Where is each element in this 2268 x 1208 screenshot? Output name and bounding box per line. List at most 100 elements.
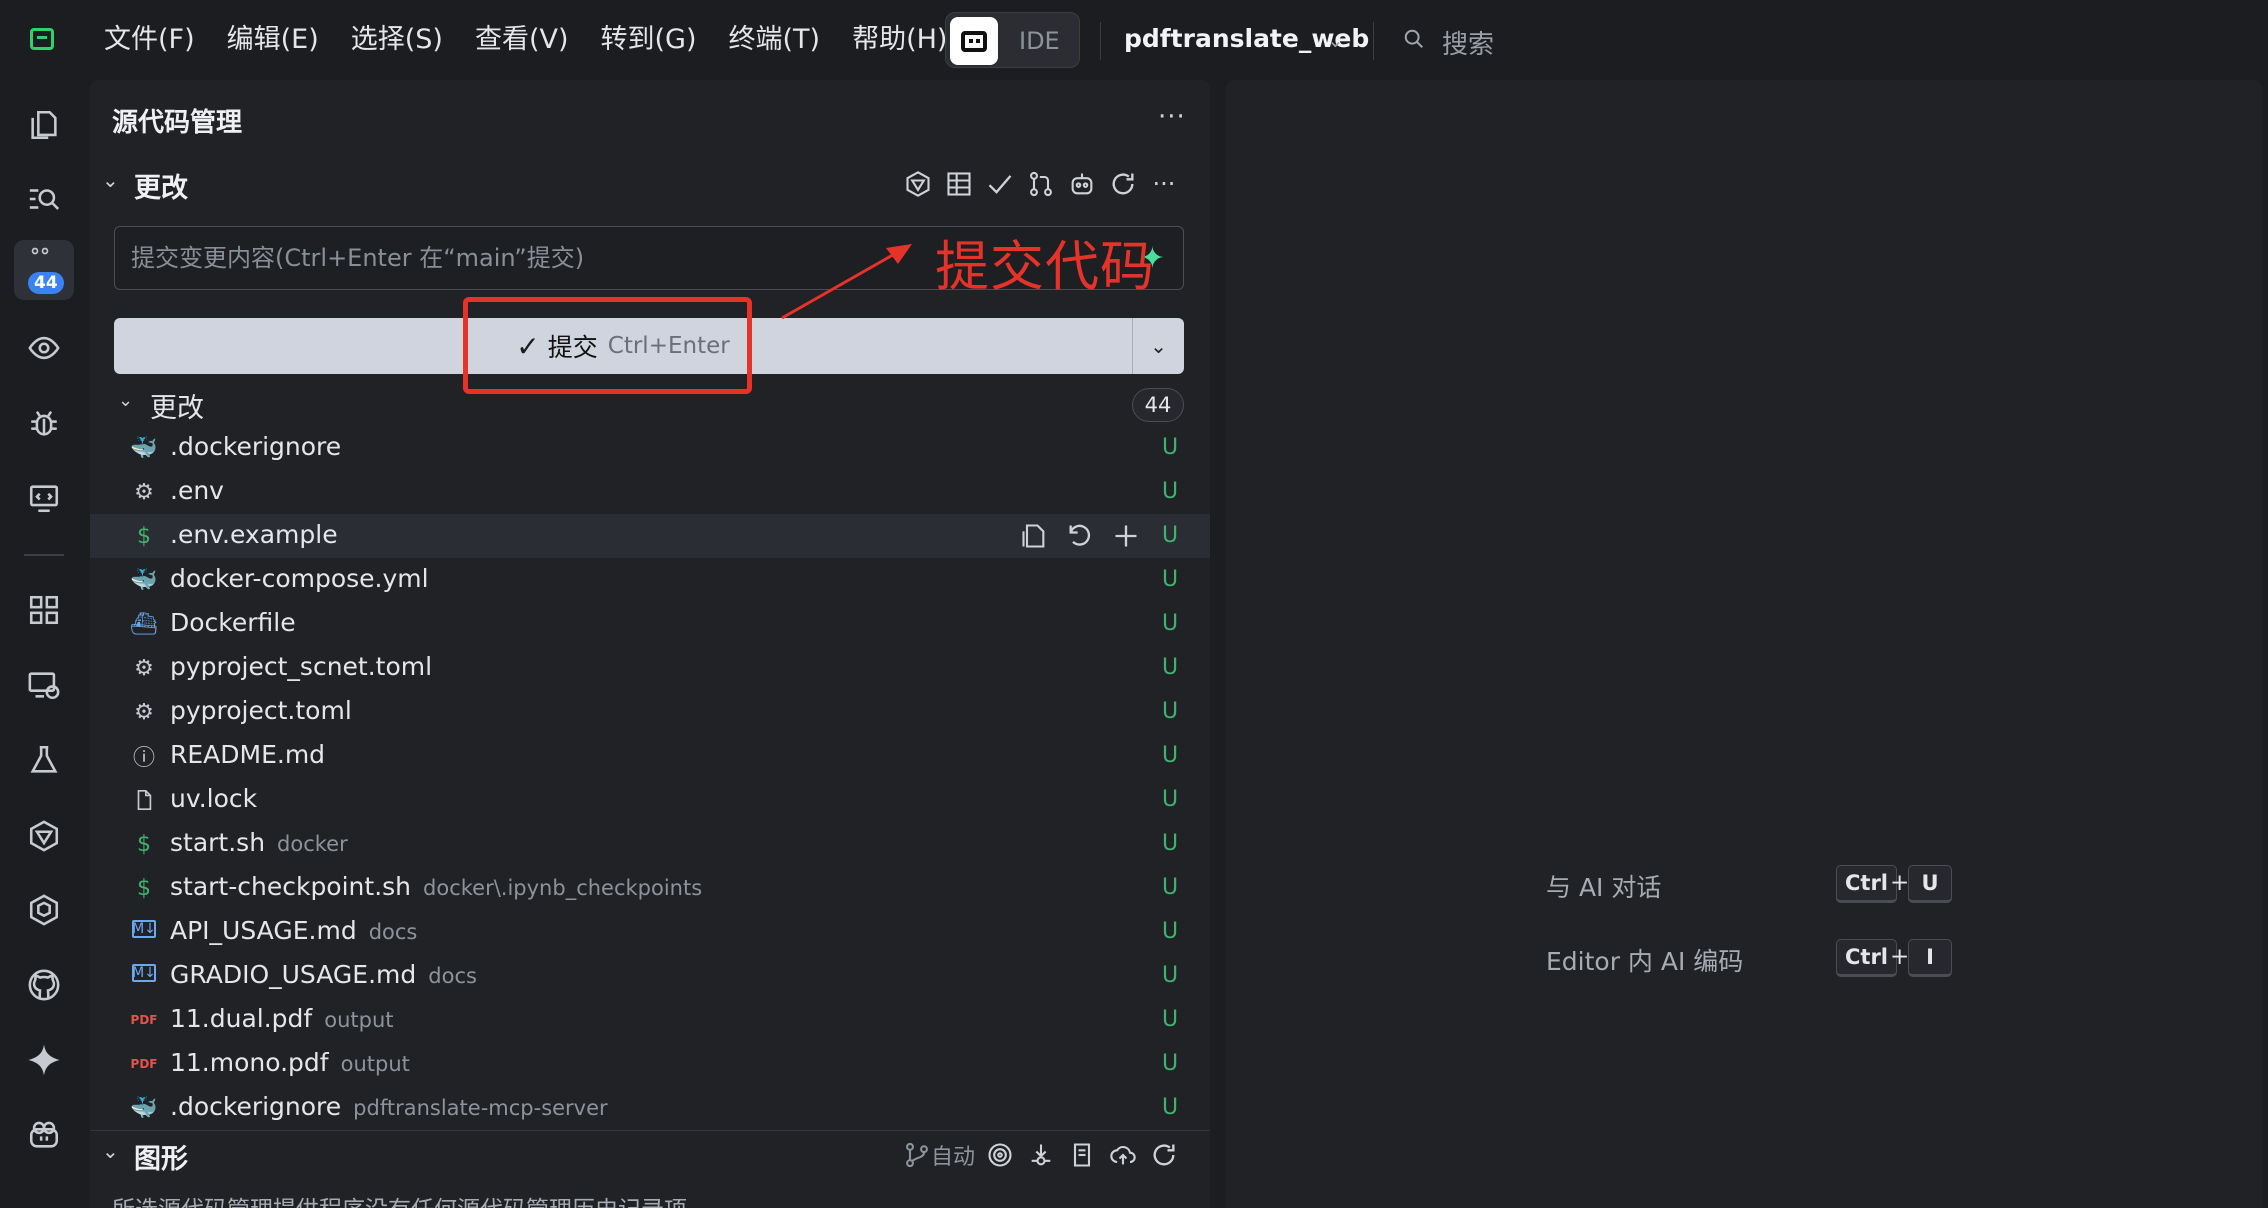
dollar-icon: $ [137,523,151,549]
file-directory: docs [428,964,477,988]
activity-bar: 44 [0,80,88,1208]
remote-explorer-icon[interactable] [14,655,74,715]
file-name: start-checkpoint.sh [170,872,412,901]
commit-dropdown-button[interactable]: ⌄ [1133,318,1184,374]
chat-hint-label: 与 AI 对话 [1546,873,1662,902]
copilot-icon[interactable] [14,1105,74,1165]
more-actions-icon[interactable]: ··· [1158,102,1186,132]
file-name: pyproject.toml [170,696,352,725]
more-icon[interactable]: ··· [1146,166,1182,202]
stage-plus-icon[interactable] [1110,520,1142,552]
list-item[interactable]: $ start.sh docker U [90,822,1210,866]
sparkle-icon[interactable] [14,1030,74,1090]
ai-mode-icon[interactable] [950,17,998,65]
pdf-icon: PDF [130,1013,158,1027]
chevron-down-icon: ⌄ [1150,334,1167,358]
refresh-icon[interactable] [1146,1137,1182,1173]
target-icon[interactable] [982,1137,1018,1173]
file-name: start.sh [170,828,266,857]
markdown-icon: M↓ [132,964,156,982]
chevron-down-icon[interactable]: ⌄ [1327,28,1344,52]
untracked-status: U [1162,1051,1179,1076]
menu-file[interactable]: 文件(F) [104,18,195,62]
eye-icon[interactable] [14,318,74,378]
list-item[interactable]: PDF 11.mono.pdf output U [90,1042,1210,1086]
ai-generate-icon[interactable] [900,166,936,202]
list-item[interactable]: 🐳 .dockerignore pdftranslate-mcp-server U [90,1086,1210,1130]
list-item[interactable]: $ start-checkpoint.sh docker\.ipynb_check… [90,866,1210,910]
branch-auto-icon[interactable]: 自动 [903,1137,977,1173]
list-item[interactable]: PDF 11.dual.pdf output U [90,998,1210,1042]
robot-icon[interactable] [1064,166,1100,202]
menu-terminal[interactable]: 终端(T) [729,18,821,62]
untracked-status: U [1162,831,1179,856]
list-item[interactable]: uv.lock U [90,778,1210,822]
commit-check-icon[interactable] [982,166,1018,202]
file-name: README.md [170,740,326,769]
list-item[interactable]: ⚙ .env U [90,470,1210,514]
list-item[interactable]: ⓘ README.md U [90,734,1210,778]
app-logo-icon[interactable] [30,28,54,50]
search-icon[interactable] [14,169,74,229]
search-icon[interactable] [1403,28,1425,50]
github-icon[interactable] [14,955,74,1015]
kbd-plus: + [1890,944,1910,970]
list-item[interactable]: M↓ API_USAGE.md docs U [90,910,1210,954]
list-item[interactable]: 🐳 docker-compose.yml U [90,558,1210,602]
list-item[interactable]: $ .env.example U [90,514,1210,558]
row-actions [1018,520,1156,552]
chevron-down-icon[interactable]: ⌄ [102,1139,119,1163]
chevron-down-icon[interactable]: ⌄ [118,390,133,411]
changes-section-title: 更改 [134,173,188,204]
ai-icon[interactable] [14,806,74,866]
scm-toolbar: ··· [895,166,1182,202]
testing-icon[interactable] [14,730,74,790]
history-icon[interactable] [1064,1137,1100,1173]
file-directory: output [340,1052,410,1076]
chevron-down-icon[interactable]: ⌄ [102,168,119,192]
discard-icon[interactable] [1064,520,1096,552]
changes-section-header[interactable]: ⌄ 更改 ··· [90,160,1210,206]
explorer-icon[interactable] [14,95,74,155]
untracked-status: U [1162,919,1179,944]
remote-icon[interactable] [14,468,74,528]
list-item[interactable]: ⛴ Dockerfile U [90,602,1210,646]
cloud-upload-icon[interactable] [1105,1137,1141,1173]
list-item[interactable]: ⚙ pyproject_scnet.toml U [90,646,1210,690]
source-control-icon[interactable]: 44 [14,240,74,300]
list-item[interactable]: 🐳 .dockerignore U [90,426,1210,470]
table-view-icon[interactable] [941,166,977,202]
refresh-icon[interactable] [1105,166,1141,202]
pull-request-icon[interactable] [1023,166,1059,202]
open-file-icon[interactable] [1018,520,1050,552]
blocks-icon[interactable] [14,880,74,940]
dollar-icon: $ [137,875,151,901]
untracked-status: U [1162,523,1179,548]
list-item[interactable]: ⚙ pyproject.toml U [90,690,1210,734]
info-icon: ⓘ [132,746,155,771]
untracked-status: U [1162,699,1179,724]
file-name: .env [170,476,224,505]
file-name: .env.example [170,520,338,549]
mode-toggle[interactable]: IDE [945,12,1080,68]
menu-go[interactable]: 转到(G) [601,18,697,62]
inline-ai-hint-label: Editor 内 AI 编码 [1546,947,1744,976]
search-box[interactable]: 搜索 [1442,24,1494,61]
menu-view[interactable]: 查看(V) [475,18,569,62]
list-item[interactable]: M↓ GRADIO_USAGE.md docs U [90,954,1210,998]
menu-selection[interactable]: 选择(S) [351,18,443,62]
panel-scrollbar[interactable] [1213,80,1221,1130]
graph-section-header[interactable]: ⌄ 图形 自动 [90,1130,1210,1176]
divider [1100,22,1101,60]
debug-icon[interactable] [14,393,74,453]
fetch-icon[interactable] [1023,1137,1059,1173]
kbd-plus: + [1890,870,1910,896]
menu-edit[interactable]: 编辑(E) [227,18,319,62]
gear-icon: ⚙ [134,699,154,725]
menu-help[interactable]: 帮助(H) [852,18,947,62]
menu-bar: 文件(F) 编辑(E) 选择(S) 查看(V) 转到(G) 终端(T) 帮助(H… [104,18,979,62]
extensions-icon[interactable] [14,580,74,640]
ide-mode-label[interactable]: IDE [1019,27,1060,55]
file-name: docker-compose.yml [170,564,429,593]
file-icon [132,788,156,812]
